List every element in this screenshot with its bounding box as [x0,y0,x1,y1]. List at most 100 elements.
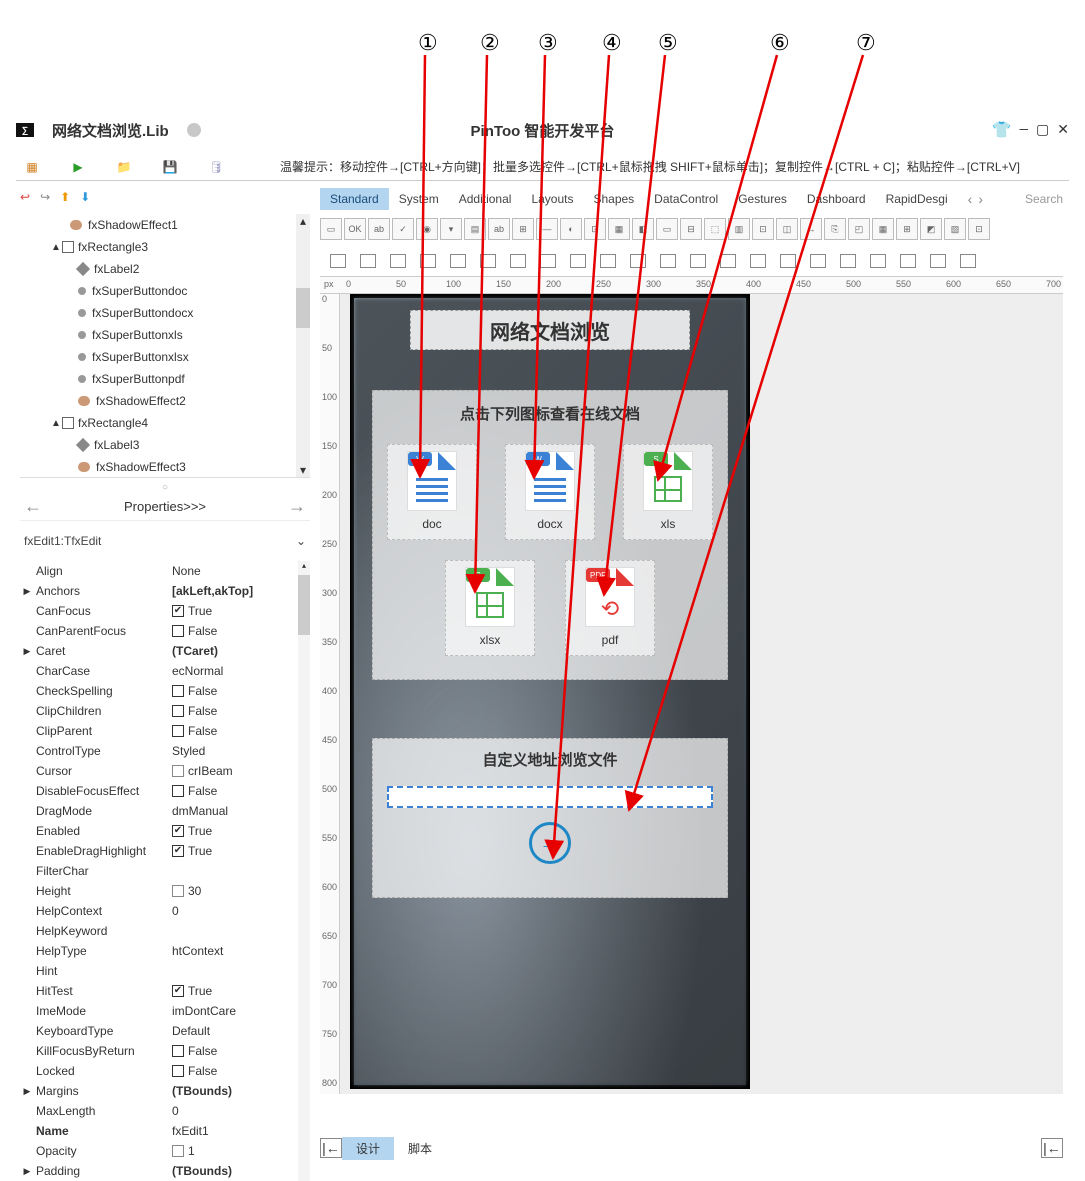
property-row[interactable]: ▶Caret(TCaret) [20,641,310,661]
prop-nav-label[interactable]: Properties>>> [124,499,206,514]
property-row[interactable]: CursorcrIBeam [20,761,310,781]
tree-scrollbar[interactable]: ▴ ▾ [296,214,310,477]
property-row[interactable]: Hint [20,961,310,981]
tree-item[interactable]: fxShadowEffect2 [20,390,310,412]
component-tree[interactable]: fxShadowEffect1▲fxRectangle3fxLabel2fxSu… [20,214,310,478]
property-row[interactable]: ImeModeimDontCare [20,1001,310,1021]
palette-item[interactable]: ab [488,218,510,240]
tab-datacontrol[interactable]: DataControl [644,188,728,210]
palette-item[interactable]: ↔ [800,218,822,240]
property-row[interactable]: Height30 [20,881,310,901]
new-button[interactable]: ▦ [20,156,44,178]
prop-prev-icon[interactable]: ← [24,496,42,517]
tree-item[interactable]: fxLabel3 [20,434,310,456]
app-heading[interactable]: 网络文档浏览 [410,310,690,350]
run-button[interactable]: ▶ [66,156,90,178]
property-row[interactable]: EnableDragHighlight✔True [20,841,310,861]
property-row[interactable]: NamefxEdit1 [20,1121,310,1141]
chevron-down-icon[interactable]: ⌄ [296,534,306,548]
align-tool[interactable] [390,254,406,268]
palette-item[interactable]: ▥ [728,218,750,240]
file-button-xls[interactable]: Sxls [623,444,713,540]
up-icon[interactable]: ⬆ [60,190,70,204]
align-tool[interactable] [450,254,466,268]
palette-item[interactable]: ⊡ [584,218,606,240]
palette-item[interactable]: ▤ [464,218,486,240]
palette-item[interactable]: ⊞ [896,218,918,240]
tab-design[interactable]: 设计 [342,1137,394,1160]
prop-next-icon[interactable]: → [288,496,306,517]
collapse-right-icon[interactable]: |← [1041,1138,1063,1158]
tree-item[interactable]: fxSuperButtondoc [20,280,310,302]
tree-item[interactable]: fxSuperButtondocx [20,302,310,324]
property-row[interactable]: AlignNone [20,561,310,581]
property-row[interactable]: CheckSpellingFalse [20,681,310,701]
tree-item[interactable]: fxShadowEffect3 [20,456,310,478]
palette-item[interactable]: ⊞ [512,218,534,240]
align-tool[interactable] [960,254,976,268]
property-row[interactable]: ControlTypeStyled [20,741,310,761]
property-row[interactable]: HitTest✔True [20,981,310,1001]
align-tool[interactable] [810,254,826,268]
file-button-pdf[interactable]: PDF⟲pdf [565,560,655,656]
tree-item[interactable]: fxSuperButtonxls [20,324,310,346]
palette-item[interactable]: ✓ [392,218,414,240]
window-minimize[interactable]: — [1020,122,1028,138]
tree-item[interactable]: fxShadowEffect1 [20,214,310,236]
url-panel[interactable]: 自定义地址浏览文件 → [372,738,728,898]
align-tool[interactable] [900,254,916,268]
file-button-xlsx[interactable]: Sxlsx [445,560,535,656]
property-row[interactable]: Opacity1 [20,1141,310,1161]
palette-item[interactable]: ⊡ [752,218,774,240]
palette-item[interactable]: ⬚ [704,218,726,240]
align-tool[interactable] [840,254,856,268]
tree-item[interactable]: fxSuperButtonxlsx [20,346,310,368]
tab-script[interactable]: 脚本 [394,1137,446,1160]
save-button[interactable]: 💾 [158,156,182,178]
align-tool[interactable] [360,254,376,268]
palette-item[interactable]: ◩ [920,218,942,240]
property-row[interactable]: MaxLength0 [20,1101,310,1121]
tab-layouts[interactable]: Layouts [521,188,583,210]
palette-item[interactable]: ◫ [776,218,798,240]
tab-search-input[interactable]: Search [1025,192,1063,206]
palette-item[interactable]: OK [344,218,366,240]
property-row[interactable]: DisableFocusEffectFalse [20,781,310,801]
tab-next-icon[interactable]: › [978,191,983,207]
property-row[interactable]: ClipParentFalse [20,721,310,741]
palette-item[interactable]: ▭ [656,218,678,240]
tree-item[interactable]: fxSuperButtonpdf [20,368,310,390]
tab-gestures[interactable]: Gestures [728,188,797,210]
palette-item[interactable]: ▾ [440,218,462,240]
go-button[interactable]: → [529,822,571,864]
redo-icon[interactable]: ↪ [40,190,50,204]
align-tool[interactable] [870,254,886,268]
align-tool[interactable] [480,254,496,268]
tab-dashboard[interactable]: Dashboard [797,188,876,210]
align-tool[interactable] [690,254,706,268]
collapse-left-icon[interactable]: |← [320,1138,342,1158]
align-tool[interactable] [600,254,616,268]
align-tool[interactable] [720,254,736,268]
palette-item[interactable]: ⊡ [968,218,990,240]
tree-item[interactable]: ▲fxRectangle4 [20,412,310,434]
property-row[interactable]: ▶Margins(TBounds) [20,1081,310,1101]
palette-item[interactable]: ▧ [944,218,966,240]
align-tool[interactable] [630,254,646,268]
cut-icon[interactable]: ↩ [20,190,30,204]
tab-rapiddesgi[interactable]: RapidDesgi [876,188,958,210]
palette-item[interactable]: ◉ [416,218,438,240]
align-tool[interactable] [420,254,436,268]
palette-item[interactable]: ▦ [608,218,630,240]
palette-item[interactable]: ◐ [560,218,582,240]
tab-standard[interactable]: Standard [320,188,389,210]
palette-item[interactable]: ◧ [632,218,654,240]
property-row[interactable]: KillFocusByReturnFalse [20,1041,310,1061]
property-row[interactable]: Enabled✔True [20,821,310,841]
prop-scrollbar[interactable]: ▴ [298,561,310,1181]
property-row[interactable]: HelpTypehtContext [20,941,310,961]
property-header[interactable]: fxEdit1:TfxEdit ⌄ [20,529,310,553]
property-row[interactable]: KeyboardTypeDefault [20,1021,310,1041]
property-row[interactable]: CanParentFocusFalse [20,621,310,641]
icons-panel[interactable]: 点击下列图标查看在线文档 WdocWdocxSxls SxlsxPDF⟲pdf [372,390,728,680]
